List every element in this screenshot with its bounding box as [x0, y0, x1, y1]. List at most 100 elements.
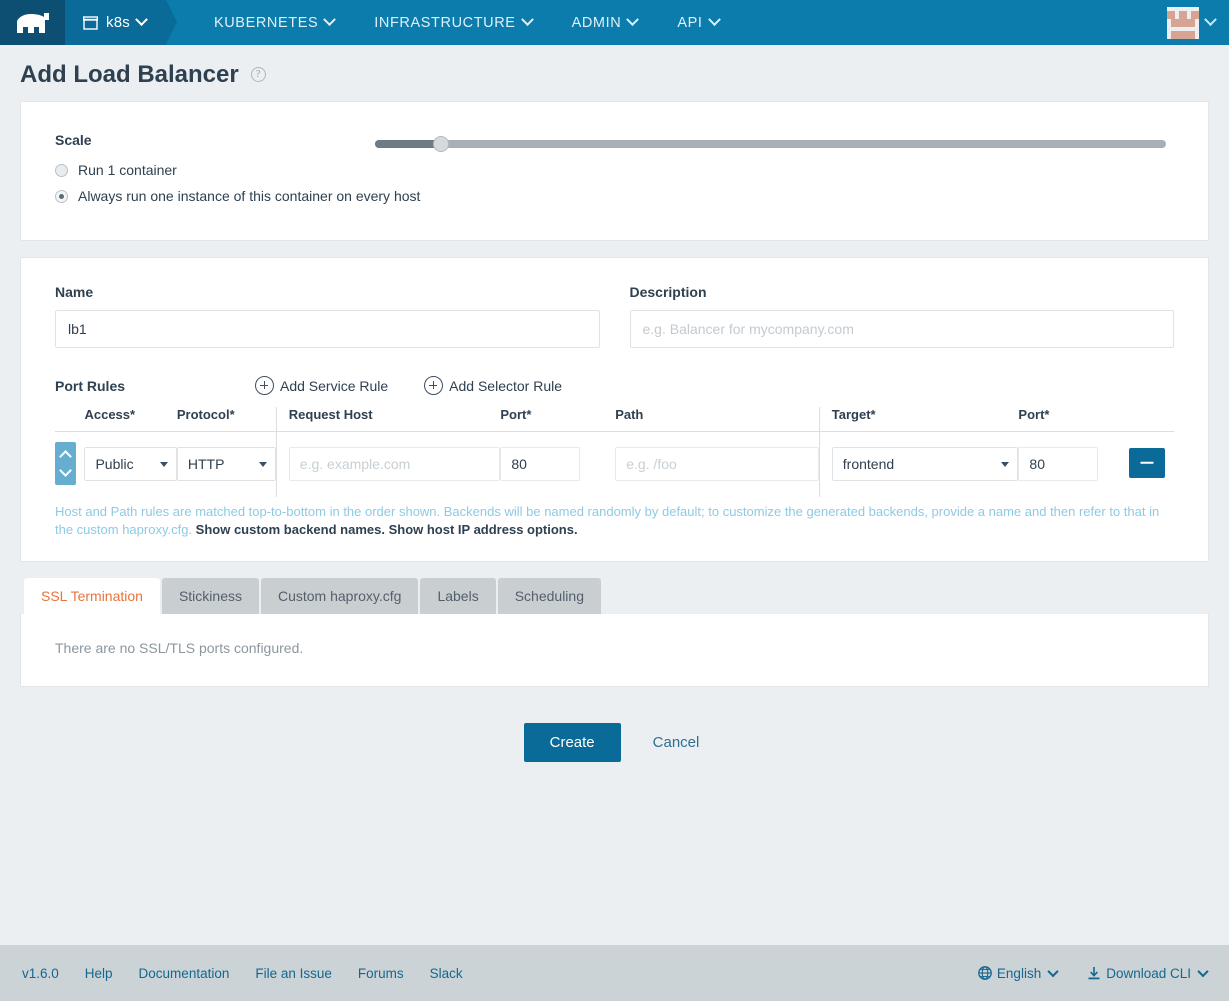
- target-port-input[interactable]: [1018, 446, 1099, 481]
- port-rules-title: Port Rules: [55, 377, 126, 394]
- form-actions: Create Cancel: [0, 723, 1229, 762]
- footer-link-help[interactable]: Help: [85, 966, 113, 981]
- plus-circle-icon: [255, 376, 274, 395]
- chevron-down-icon[interactable]: [59, 464, 72, 477]
- chevron-down-icon: [626, 13, 640, 27]
- request-host-input[interactable]: [288, 446, 501, 481]
- page-header: Add Load Balancer ?: [0, 45, 1229, 101]
- app-logo[interactable]: [0, 0, 65, 45]
- description-input[interactable]: [629, 310, 1174, 348]
- page-title: Add Load Balancer: [20, 61, 239, 88]
- column-header-access: Access*: [84, 407, 177, 432]
- name-input[interactable]: [55, 310, 600, 348]
- tab-custom-haproxy-cfg[interactable]: Custom haproxy.cfg: [260, 578, 419, 614]
- chevron-up-icon[interactable]: [59, 450, 72, 463]
- target-select[interactable]: frontend: [831, 446, 1019, 481]
- table-header-row: Access* Protocol* Request Host Port* Pat…: [55, 407, 1174, 432]
- settings-tabs: SSL Termination Stickiness Custom haprox…: [20, 578, 1209, 687]
- loadbalancer-config-card: Name Description Port Rules Add Service …: [20, 257, 1209, 562]
- reorder-handle[interactable]: [55, 442, 76, 485]
- access-cell: Public: [84, 432, 177, 498]
- tab-label: Scheduling: [514, 588, 584, 604]
- download-icon: [1087, 966, 1101, 980]
- remove-cell: [1128, 432, 1174, 498]
- scale-card: Scale Run 1 container Always run one ins…: [20, 101, 1209, 241]
- column-header-target-port: Port*: [1018, 407, 1129, 432]
- footer-link-file-an-issue[interactable]: File an Issue: [255, 966, 332, 981]
- scale-label: Scale: [55, 132, 92, 148]
- request-host-cell: [275, 431, 501, 497]
- show-custom-backend-names-link[interactable]: Show custom backend names.: [196, 522, 385, 537]
- reorder-cell: [55, 432, 84, 498]
- tab-panel-message: There are no SSL/TLS ports configured.: [55, 640, 304, 656]
- protocol-select-wrap: HTTP: [176, 446, 276, 481]
- project-name: k8s: [106, 14, 130, 31]
- cancel-button[interactable]: Cancel: [647, 733, 706, 752]
- tab-ssl-termination[interactable]: SSL Termination: [24, 578, 160, 614]
- source-port-input[interactable]: [500, 446, 581, 481]
- add-service-rule-button[interactable]: Add Service Rule: [255, 376, 388, 395]
- chevron-down-icon: [135, 13, 148, 27]
- user-menu[interactable]: [1167, 0, 1229, 45]
- radio-unchecked-icon: [55, 163, 68, 177]
- protocol-cell: HTTP: [176, 432, 276, 498]
- tab-strip: SSL Termination Stickiness Custom haprox…: [20, 578, 1209, 614]
- protocol-select[interactable]: HTTP: [176, 446, 276, 481]
- download-cli-button[interactable]: Download CLI: [1087, 965, 1209, 981]
- add-selector-rule-button[interactable]: Add Selector Rule: [424, 376, 562, 395]
- page-footer: v1.6.0 Help Documentation File an Issue …: [0, 945, 1229, 1001]
- nav-item-api[interactable]: API: [657, 0, 738, 45]
- name-description-row: Name Description: [55, 284, 1174, 348]
- chevron-down-icon: [1204, 13, 1217, 27]
- name-label: Name: [55, 284, 94, 300]
- slider-handle[interactable]: [432, 136, 449, 152]
- table-row: Public HTTP e.g. example.com 80 e.g. /fo…: [55, 431, 1174, 498]
- scale-slider[interactable]: [375, 136, 1166, 152]
- scale-option-label: Run 1 container: [78, 162, 177, 178]
- column-header-protocol: Protocol*: [176, 407, 277, 432]
- slider-fill: [375, 140, 441, 148]
- tab-labels[interactable]: Labels: [420, 578, 496, 614]
- scale-option-label: Always run one instance of this containe…: [78, 188, 421, 204]
- column-header-request-host: Request Host: [275, 407, 501, 432]
- question-circle-icon[interactable]: ?: [250, 66, 266, 82]
- access-select[interactable]: Public: [84, 446, 177, 481]
- chevron-down-icon: [1047, 965, 1059, 978]
- globe-icon: [978, 966, 992, 980]
- column-header-reorder: [55, 407, 85, 432]
- nav-item-admin[interactable]: ADMIN: [552, 0, 658, 45]
- top-navigation-bar: k8s KUBERNETES INFRASTRUCTURE ADMIN API: [0, 0, 1229, 45]
- path-cell: [615, 432, 819, 498]
- tab-panel-ssl-termination: There are no SSL/TLS ports configured.: [20, 614, 1209, 687]
- name-field-group: Name: [55, 284, 600, 348]
- show-host-ip-options-link[interactable]: Show host IP address options.: [389, 522, 578, 537]
- language-label: English: [996, 965, 1042, 981]
- port-cell: [500, 432, 615, 498]
- rancher-cow-logo-icon: [16, 12, 50, 33]
- scale-option-global[interactable]: Always run one instance of this containe…: [55, 188, 420, 204]
- project-selector[interactable]: k8s: [65, 0, 177, 45]
- tab-scheduling[interactable]: Scheduling: [497, 578, 601, 614]
- tab-stickiness[interactable]: Stickiness: [161, 578, 259, 614]
- description-field-group: Description: [629, 284, 1174, 348]
- create-button[interactable]: Create: [523, 723, 621, 762]
- footer-link-slack[interactable]: Slack: [430, 966, 463, 981]
- main-menu: KUBERNETES INFRASTRUCTURE ADMIN API: [166, 0, 739, 45]
- footer-link-forums[interactable]: Forums: [358, 966, 404, 981]
- remove-rule-button[interactable]: [1128, 447, 1165, 478]
- path-input[interactable]: [615, 446, 819, 481]
- scale-option-run-containers[interactable]: Run 1 container: [55, 162, 355, 178]
- nav-label: INFRASTRUCTURE: [374, 14, 516, 31]
- column-header-port: Port*: [500, 407, 616, 432]
- target-select-wrap: frontend: [831, 446, 1019, 481]
- chevron-down-icon: [1197, 965, 1209, 978]
- tab-label: SSL Termination: [41, 588, 143, 604]
- footer-link-documentation[interactable]: Documentation: [139, 966, 230, 981]
- footer-version[interactable]: v1.6.0: [22, 966, 59, 981]
- nav-item-kubernetes[interactable]: KUBERNETES: [194, 0, 354, 45]
- nav-item-infrastructure[interactable]: INFRASTRUCTURE: [354, 0, 551, 45]
- description-label: Description: [629, 284, 707, 300]
- language-selector[interactable]: English: [978, 965, 1059, 981]
- tab-label: Custom haproxy.cfg: [277, 588, 402, 604]
- tab-label: Stickiness: [178, 588, 242, 604]
